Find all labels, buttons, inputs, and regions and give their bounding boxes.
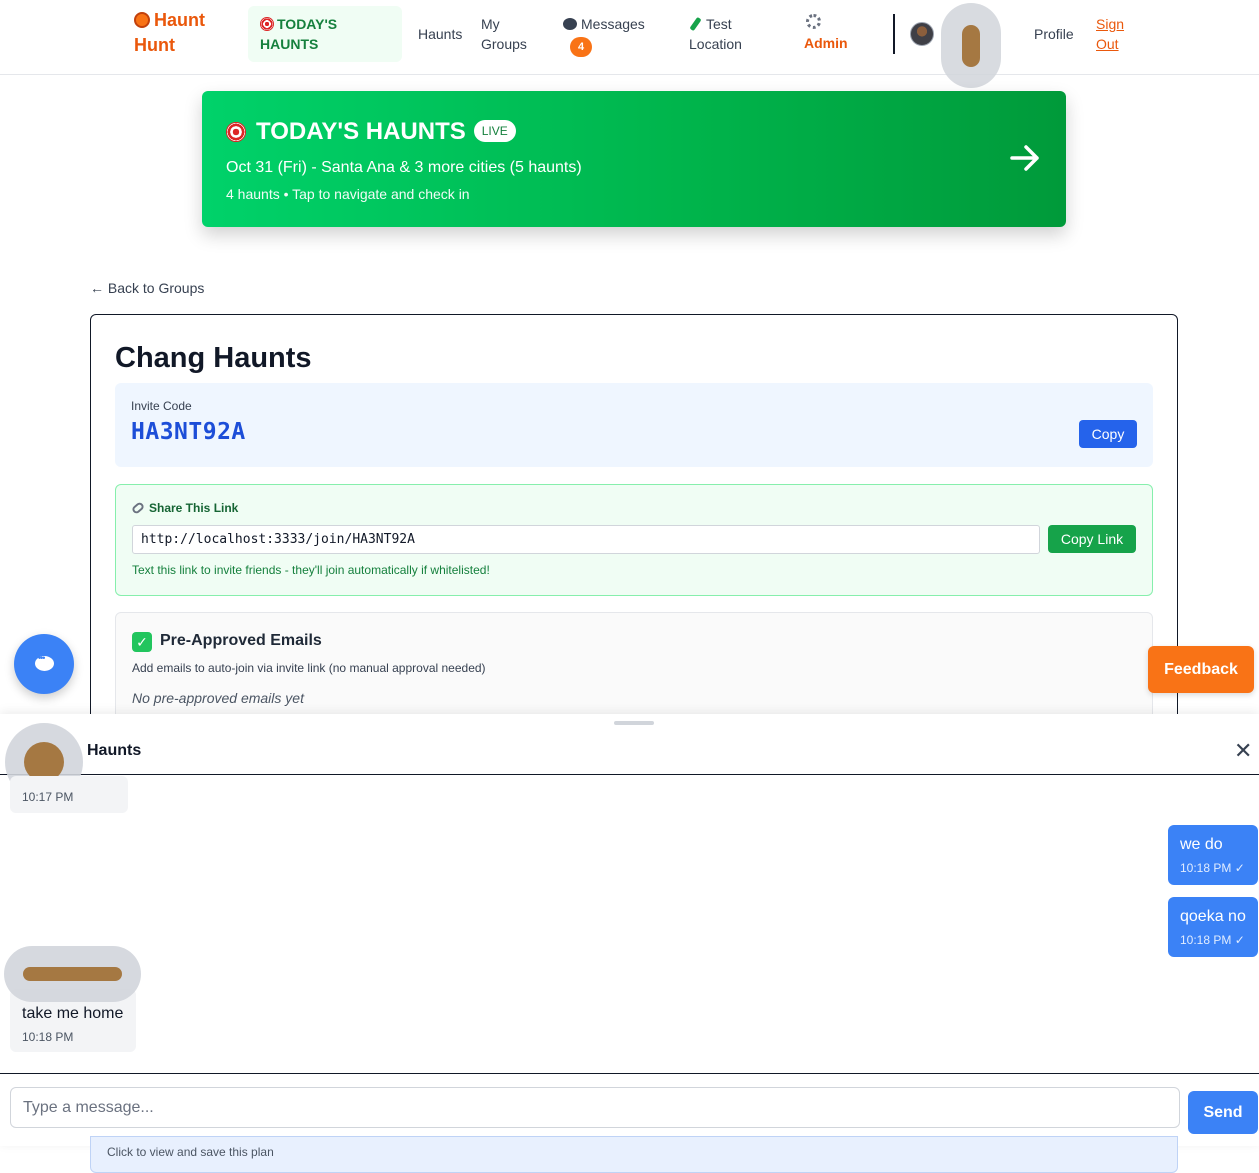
close-icon[interactable]: ✕ bbox=[1234, 740, 1252, 762]
chat-message-incoming: 10:17 PM bbox=[10, 776, 128, 813]
message-text: take me home bbox=[22, 1005, 124, 1022]
banner-meta: 4 haunts • Tap to navigate and check in bbox=[226, 186, 470, 202]
banner-title: TODAY'S HAUNTS LIVE bbox=[226, 117, 516, 147]
nav-profile[interactable]: Profile bbox=[1034, 24, 1074, 44]
nav-sign-out[interactable]: Sign Out bbox=[1096, 14, 1124, 54]
redacted-overlay bbox=[941, 3, 1001, 88]
back-to-groups-link[interactable]: ← Back to Groups bbox=[90, 279, 204, 297]
nav-messages[interactable]: Messages 4 bbox=[563, 14, 645, 57]
feedback-button[interactable]: Feedback bbox=[1148, 646, 1254, 693]
link-icon bbox=[130, 501, 146, 515]
gear-icon bbox=[806, 14, 821, 29]
invite-code-label: Invite Code bbox=[131, 399, 192, 413]
plan-card[interactable]: Click to view and save this plan bbox=[90, 1136, 1178, 1173]
arrow-right-icon[interactable] bbox=[1008, 141, 1042, 175]
message-text: we do bbox=[1180, 836, 1223, 853]
chat-bubble-icon bbox=[35, 653, 54, 671]
nav-admin[interactable]: Admin bbox=[804, 14, 848, 53]
chat-message-outgoing: qoeka no 10:18 PM ✓ bbox=[1168, 897, 1258, 957]
group-card: Chang Haunts Invite Code HA3NT92A Copy S… bbox=[90, 314, 1178, 734]
share-link-input[interactable]: http://localhost:3333/join/HA3NT92A bbox=[132, 525, 1040, 554]
chat-title: Haunts bbox=[87, 742, 142, 759]
nav-test-location[interactable]: Test Location bbox=[689, 14, 742, 54]
chat-fab-button[interactable] bbox=[14, 634, 74, 694]
chat-header: Haunts ✕ bbox=[0, 723, 1259, 801]
send-button[interactable]: Send bbox=[1188, 1091, 1258, 1134]
preapproved-description: Add emails to auto-join via invite link … bbox=[132, 661, 486, 675]
nav-todays-haunts[interactable]: TODAY'S HAUNTS bbox=[248, 6, 402, 62]
pumpkin-icon bbox=[134, 12, 150, 28]
target-icon bbox=[226, 122, 246, 142]
target-icon bbox=[260, 17, 274, 31]
copy-code-button[interactable]: Copy bbox=[1079, 420, 1137, 448]
banner-subtitle: Oct 31 (Fri) - Santa Ana & 3 more cities… bbox=[226, 159, 582, 176]
sender-name-overlay bbox=[4, 946, 141, 1002]
top-nav: Haunt Hunt TODAY'S HAUNTS Haunts My Grou… bbox=[0, 0, 1259, 88]
live-badge: LIVE bbox=[473, 120, 516, 142]
message-time: 10:18 PM bbox=[22, 1030, 74, 1044]
share-link-help: Text this link to invite friends - they'… bbox=[132, 563, 490, 577]
drag-handle[interactable] bbox=[614, 721, 654, 725]
share-link-title: Share This Link bbox=[130, 501, 238, 515]
copy-link-button[interactable]: Copy Link bbox=[1048, 525, 1136, 553]
preapproved-title: ✓ Pre-Approved Emails bbox=[132, 630, 322, 652]
nav-haunts[interactable]: Haunts bbox=[418, 24, 462, 44]
invite-code-value: HA3NT92A bbox=[131, 419, 246, 445]
message-time: 10:18 PM ✓ bbox=[1180, 861, 1245, 875]
chat-message-outgoing: we do 10:18 PM ✓ bbox=[1168, 825, 1258, 885]
message-input[interactable]: Type a message... bbox=[10, 1087, 1180, 1128]
preapproved-empty-state: No pre-approved emails yet bbox=[132, 690, 304, 706]
todays-haunts-banner[interactable]: TODAY'S HAUNTS LIVE Oct 31 (Fri) - Santa … bbox=[202, 91, 1066, 227]
group-title: Chang Haunts bbox=[115, 342, 312, 374]
test-tube-icon bbox=[689, 16, 702, 32]
chat-panel: Haunts ✕ 10:17 PM we do 10:18 PM ✓ qoeka… bbox=[0, 714, 1259, 1146]
plan-hint-text: Click to view and save this plan bbox=[107, 1145, 274, 1159]
check-icon: ✓ bbox=[132, 632, 152, 652]
app-logo[interactable]: Haunt Hunt bbox=[134, 8, 205, 58]
messages-unread-badge: 4 bbox=[570, 37, 592, 57]
speech-bubble-icon bbox=[563, 18, 577, 30]
message-text: qoeka no bbox=[1180, 908, 1246, 925]
nav-divider bbox=[893, 14, 895, 54]
message-time: 10:18 PM ✓ bbox=[1180, 933, 1245, 947]
invite-code-panel: Invite Code HA3NT92A Copy bbox=[115, 383, 1153, 467]
message-time: 10:17 PM bbox=[22, 790, 74, 804]
share-link-panel: Share This Link http://localhost:3333/jo… bbox=[115, 484, 1153, 596]
user-avatar[interactable] bbox=[910, 22, 934, 46]
nav-my-groups[interactable]: My Groups bbox=[481, 14, 527, 54]
